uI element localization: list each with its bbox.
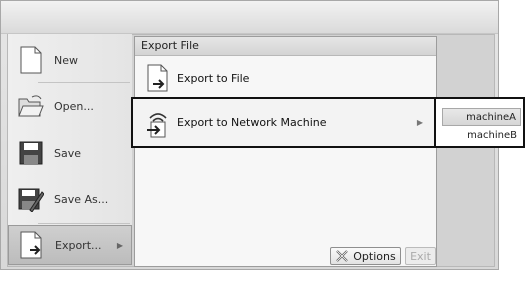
- title-bar: [1, 1, 498, 34]
- options-button[interactable]: Options: [330, 247, 401, 265]
- submenu-arrow-icon: ▶: [116, 240, 123, 250]
- export-submenu-title: Export File: [135, 37, 436, 56]
- save-as-icon: [18, 184, 44, 214]
- export-item-label: Export to File: [177, 71, 250, 85]
- network-export-icon: [143, 108, 173, 138]
- menu-item-label: Export...: [55, 238, 102, 252]
- submenu-arrow-icon: ▶: [416, 118, 423, 127]
- menu-divider: [38, 82, 130, 83]
- machine-item[interactable]: machineB: [442, 127, 521, 145]
- menu-item-label: Save: [54, 146, 82, 160]
- menu-item-label: Open...: [54, 99, 94, 113]
- export-to-network-machine-item[interactable]: Export to Network Machine ▶: [131, 97, 437, 148]
- options-icon: [336, 250, 349, 262]
- exit-button[interactable]: Exit: [405, 247, 436, 265]
- export-file-icon: [145, 64, 171, 92]
- exit-label: Exit: [410, 249, 431, 263]
- machine-item[interactable]: machineA: [442, 108, 521, 126]
- export-to-file-item[interactable]: Export to File: [139, 61, 432, 95]
- save-icon: [18, 138, 44, 168]
- export-icon: [19, 230, 45, 260]
- menu-item-open[interactable]: Open...: [8, 84, 132, 128]
- machine-list: machineA machineB: [434, 97, 525, 148]
- open-folder-icon: [18, 91, 44, 121]
- menu-item-export[interactable]: Export... ▶: [8, 225, 132, 265]
- menu-divider: [38, 223, 130, 224]
- menu-item-new[interactable]: New: [8, 38, 132, 82]
- menu-item-save-as[interactable]: Save As...: [8, 177, 132, 221]
- menu-item-label: Save As...: [54, 192, 109, 206]
- export-submenu: Export File Export to File: [134, 36, 437, 267]
- menu-item-save[interactable]: Save: [8, 131, 132, 175]
- export-item-label: Export to Network Machine: [177, 116, 327, 129]
- file-menu-list: New Open... Save Save As... Export... ▶: [8, 34, 132, 265]
- menu-item-label: New: [54, 53, 78, 67]
- new-file-icon: [18, 45, 44, 75]
- options-label: Options: [353, 249, 396, 263]
